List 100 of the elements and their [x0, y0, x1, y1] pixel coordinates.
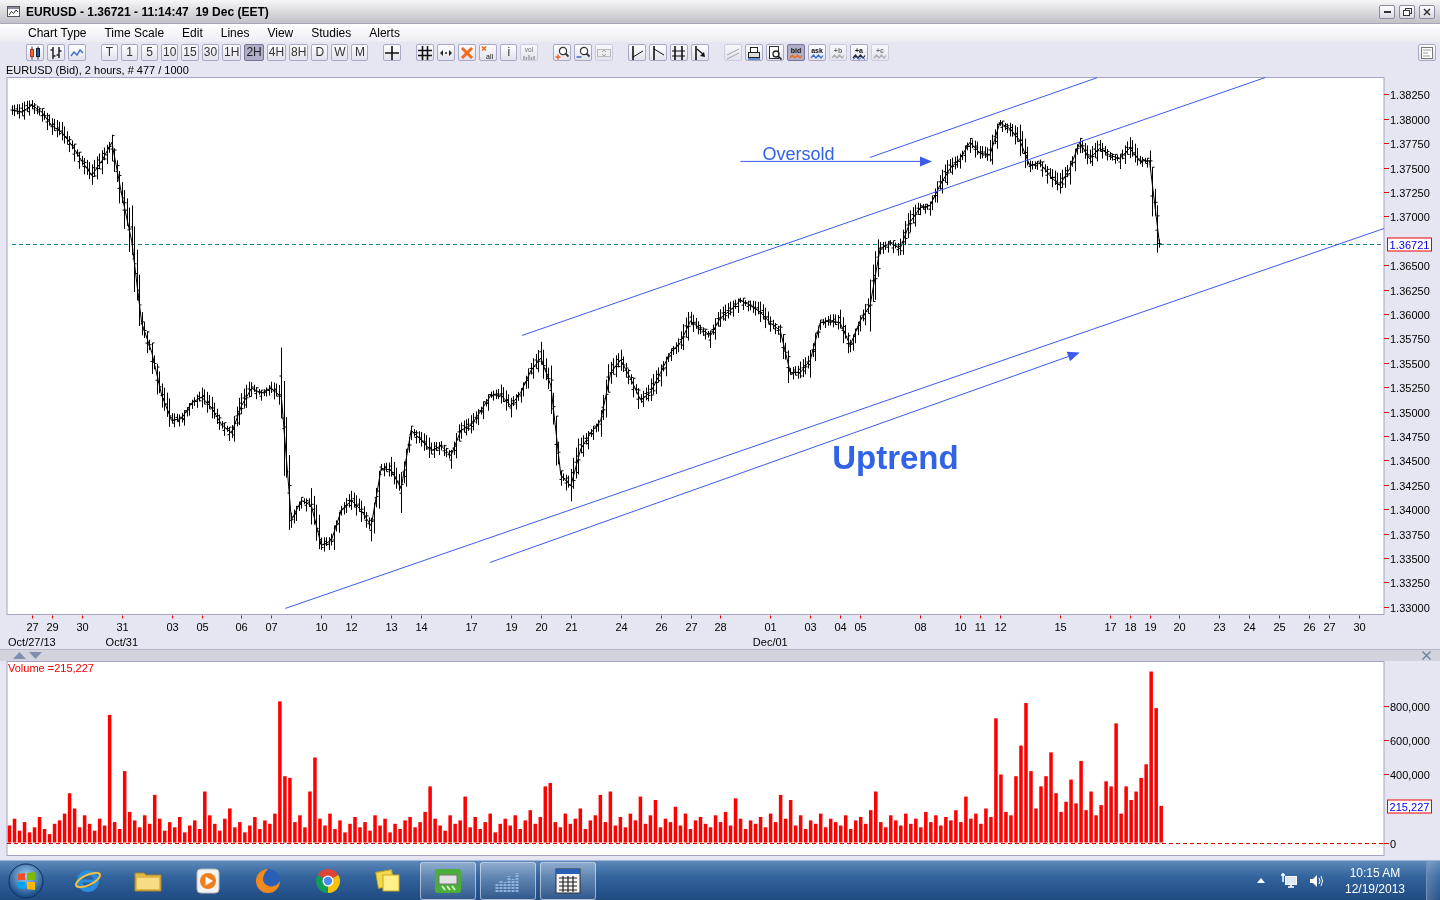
axis-label: 12	[345, 620, 358, 633]
panel-label: Volume =215,227	[8, 662, 94, 674]
volume-tag: 215,227	[1387, 799, 1432, 814]
window-title: EURUSD - 1.36721 - 11:14:47 19 Dec (EET)	[26, 3, 269, 21]
axis-label: 25	[1273, 620, 1286, 633]
axis-label: 1.33500	[1390, 553, 1430, 565]
axis-label: 31	[116, 620, 129, 633]
menu-item[interactable]: Alerts	[363, 25, 406, 41]
close-icon[interactable]	[1422, 651, 1431, 660]
toolbar-button[interactable]: 1H	[222, 44, 242, 61]
axis-label: 1.34000	[1390, 504, 1430, 516]
axis-label: 05	[196, 620, 209, 633]
axis-label: 10	[954, 620, 967, 633]
axis-label: 04	[834, 620, 847, 633]
restore-button[interactable]	[1399, 4, 1415, 19]
price-tag: 1.36721	[1387, 237, 1432, 252]
axis-label: 24	[615, 620, 628, 633]
period-label: Oct/27/13	[8, 635, 56, 648]
axis-label: 06	[235, 620, 248, 633]
zoom-out-icon	[576, 45, 591, 60]
axis-label: 1.37250	[1390, 187, 1430, 199]
axis-label: 30	[76, 620, 89, 633]
axis-label: 08	[914, 620, 927, 633]
toolbar-button[interactable]	[437, 44, 456, 61]
toolbar-button[interactable]	[766, 44, 785, 61]
axis-label: 03	[804, 620, 817, 633]
axis-label: 20	[535, 620, 548, 633]
toolbar-button[interactable]: T	[101, 44, 118, 61]
axis-label: 800,000	[1390, 701, 1430, 713]
taskbar-app-button[interactable]	[420, 861, 476, 900]
price-bars-icon	[49, 45, 63, 60]
axis-label: 1.38250	[1390, 89, 1430, 101]
fork-tool-icon	[672, 45, 687, 60]
taskbar-app-button[interactable]	[480, 861, 536, 900]
menu-item[interactable]: View	[261, 25, 300, 41]
toolbar-button[interactable]: 15	[181, 44, 199, 61]
axis-label: 14	[415, 620, 428, 633]
axis-label: 17	[1104, 620, 1117, 633]
minimize-button[interactable]	[1379, 4, 1395, 19]
toolbar-button[interactable]	[574, 44, 593, 61]
annotation-label: Uptrend	[832, 439, 959, 477]
axis-label: 07	[265, 620, 278, 633]
toolbar-button[interactable]: 30	[201, 44, 220, 61]
chart-title: EURUSD (Bid), 2 hours, # 477 / 1000	[5, 63, 190, 77]
axis-label: 27	[685, 620, 698, 633]
clock[interactable]: 10:15 AM 12/19/2013	[1340, 864, 1410, 897]
close-button[interactable]	[1419, 4, 1435, 19]
toolbar-button[interactable]	[649, 44, 668, 61]
axis-label: 28	[714, 620, 727, 633]
taskbar-app-button[interactable]	[540, 861, 596, 900]
toolbar-button[interactable]	[26, 44, 44, 61]
toolbar-button[interactable]: i	[500, 44, 518, 61]
axis-label: 26	[655, 620, 668, 633]
axis-label: 11	[974, 620, 987, 633]
menu-item[interactable]: Lines	[214, 25, 256, 41]
axis-label: 03	[166, 620, 179, 633]
menu-item[interactable]: Chart Type	[22, 25, 93, 41]
toolbar-button[interactable]: W	[331, 44, 349, 61]
chart-window-icon	[7, 6, 20, 17]
axis-label: 1.35500	[1390, 358, 1430, 370]
axis-label: 1.36250	[1390, 285, 1430, 297]
toolbar-button[interactable]	[47, 44, 65, 61]
cross-icon	[460, 45, 475, 60]
axis-label: 1.33000	[1390, 602, 1430, 614]
menu-item[interactable]: Edit	[176, 25, 209, 41]
axis-label: 30	[1353, 620, 1366, 633]
minimize-icon	[1383, 10, 1391, 13]
menu-item[interactable]: Studies	[305, 25, 358, 41]
toolbar-button[interactable]: D	[311, 44, 329, 61]
up-arrow-icon[interactable]	[1257, 878, 1265, 883]
candles-icon	[28, 45, 42, 60]
network-icon[interactable]	[1281, 873, 1297, 888]
toolbar-button[interactable]	[745, 44, 764, 61]
toolbar-button[interactable]	[691, 44, 710, 61]
axis-label: 19	[1144, 620, 1157, 633]
axis-label: 1.36500	[1390, 260, 1430, 272]
zoom-in-icon	[555, 45, 570, 60]
speaker-icon[interactable]	[1309, 873, 1324, 888]
axis-label: 19	[505, 620, 518, 633]
toolbar-button[interactable]: 4H	[266, 44, 287, 61]
axis-label: 01	[764, 620, 777, 633]
axis-label: 1.37500	[1390, 163, 1430, 175]
axis-label: 0	[1390, 838, 1397, 850]
toolbar-button[interactable]: M	[351, 44, 369, 61]
toolbar-button[interactable]	[628, 44, 647, 61]
axis-label: 1.33750	[1390, 529, 1430, 541]
toolbar-button[interactable]: 8H	[289, 44, 309, 61]
toolbar-button[interactable]: 2H	[244, 44, 264, 61]
period-label: Oct/31	[105, 635, 138, 648]
toolbar-button[interactable]	[670, 44, 689, 61]
toolbar-button[interactable]	[416, 44, 435, 61]
toolbar-button[interactable]: 5	[141, 44, 158, 61]
toolbar-button[interactable]: 1	[121, 44, 138, 61]
annotation-label: Oversold	[762, 143, 835, 164]
menu-item[interactable]: Time Scale	[98, 25, 171, 41]
toolbar-button[interactable]	[383, 44, 402, 61]
flag-orb-icon	[8, 862, 44, 899]
start-button[interactable]	[6, 861, 46, 900]
toolbar-button[interactable]	[553, 44, 572, 61]
toolbar-button[interactable]: 10	[161, 44, 179, 61]
